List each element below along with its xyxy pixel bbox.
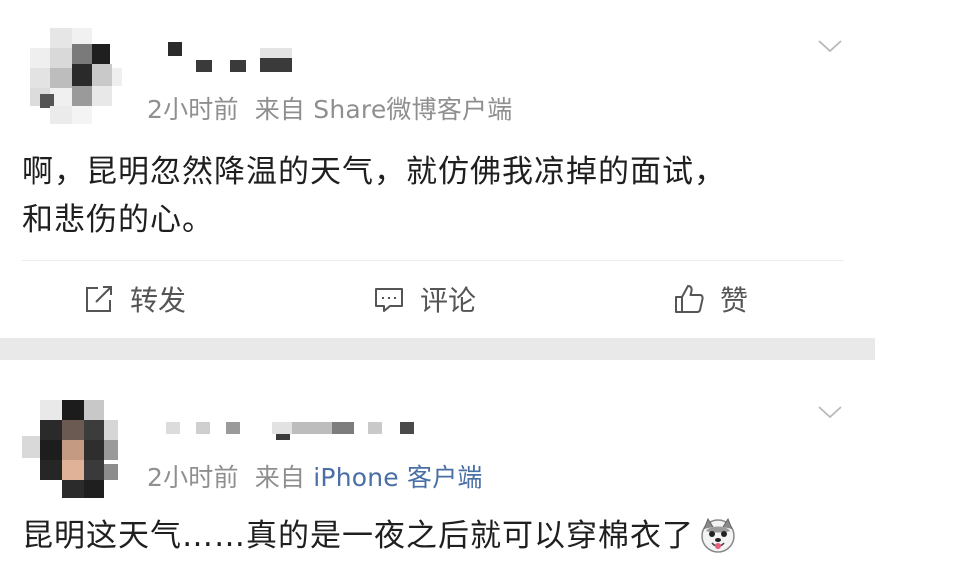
avatar[interactable] [22,400,122,500]
post-text: 昆明这天气……真的是一夜之后就可以穿棉衣了 [22,518,694,554]
post-source-link[interactable]: iPhone 客户端 [313,463,482,492]
divider [22,260,844,261]
source-prefix: 来自 [254,95,306,124]
source-prefix: 来自 [254,463,306,492]
post-meta: 2小时前 来自 iPhone 客户端 [147,458,483,494]
post-time: 2小时前 [147,95,239,124]
post-time: 2小时前 [147,463,239,492]
dog-emoji [701,517,735,553]
repost-label: 转发 [130,284,187,317]
post-actions: 转发 评论 赞 [0,270,875,328]
post-card[interactable]: 2小时前 来自 iPhone 客户端 昆明这天气……真的是一夜之后就可以穿棉衣了 [0,360,875,573]
post-card[interactable]: 2小时前 来自 Share微博客户端 啊，昆明忽然降温的天气，就仿佛我凉掉的面试，… [0,0,875,338]
post-content: 啊，昆明忽然降温的天气，就仿佛我凉掉的面试， 和悲伤的心。 [22,148,842,244]
post-text-line-1: 啊，昆明忽然降温的天气，就仿佛我凉掉的面试， [22,154,726,190]
post-source[interactable]: Share微博客户端 [313,95,512,124]
avatar[interactable] [22,28,122,128]
comment-button[interactable]: 评论 [372,270,476,328]
username-redacted[interactable] [160,42,300,72]
comment-label: 评论 [420,284,477,317]
like-icon [675,285,704,313]
post-meta: 2小时前 来自 Share微博客户端 [147,90,512,126]
post-content: 昆明这天气……真的是一夜之后就可以穿棉衣了 [22,512,842,560]
chevron-down-icon[interactable] [816,36,844,56]
post-text-line-2: 和悲伤的心。 [22,202,214,238]
comment-icon [375,288,403,312]
feed-separator [0,338,875,360]
like-label: 赞 [720,284,749,317]
username-redacted[interactable] [160,420,430,440]
repost-icon [86,286,112,312]
like-button[interactable]: 赞 [672,270,748,328]
weibo-feed: 2小时前 来自 Share微博客户端 啊，昆明忽然降温的天气，就仿佛我凉掉的面试，… [0,0,972,573]
repost-button[interactable]: 转发 [82,270,186,328]
page-margin [875,0,972,573]
chevron-down-icon[interactable] [816,402,844,422]
